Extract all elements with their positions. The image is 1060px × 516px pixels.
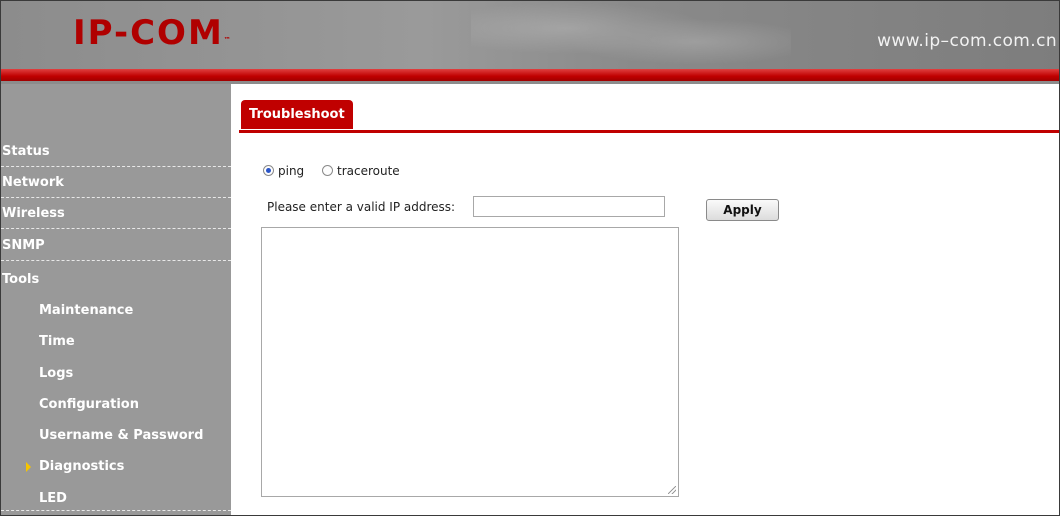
sidebar-subitem-label: Diagnostics <box>39 459 125 474</box>
apply-button[interactable]: Apply <box>706 199 779 221</box>
sidebar-item-snmp[interactable]: SNMP <box>1 231 231 261</box>
ip-address-label: Please enter a valid IP address: <box>267 200 456 214</box>
website-url: www.ip–com.com.cn <box>877 31 1057 51</box>
logo: IP-COM™ <box>73 13 231 53</box>
ping-radio[interactable] <box>263 165 274 176</box>
sidebar-subitem-time[interactable]: Time <box>1 327 231 357</box>
header-red-bar <box>1 69 1059 81</box>
sidebar-subitem-configuration[interactable]: Configuration <box>1 390 231 420</box>
resize-grip-icon[interactable] <box>668 486 676 494</box>
sidebar-subitem-maintenance[interactable]: Maintenance <box>1 296 231 326</box>
sidebar-divider <box>1 510 231 511</box>
sidebar-subitem-diagnostics[interactable]: Diagnostics <box>1 452 231 482</box>
trademark-mark: ™ <box>223 36 231 44</box>
sidebar-item-network[interactable]: Network <box>1 168 231 198</box>
diagnostics-output-textarea[interactable] <box>261 227 679 497</box>
traceroute-radio[interactable] <box>322 165 334 176</box>
sidebar-subitem-username-password[interactable]: Username & Password <box>1 421 231 451</box>
sidebar-item-tools[interactable]: Tools <box>1 265 231 295</box>
sidebar-item-status[interactable]: Status <box>1 137 231 167</box>
tab-troubleshoot[interactable]: Troubleshoot <box>241 100 353 129</box>
sidebar-item-wireless[interactable]: Wireless <box>1 199 231 229</box>
ip-address-input[interactable] <box>473 196 665 217</box>
ping-label: ping <box>278 164 305 178</box>
world-map-decoration <box>471 1 791 69</box>
sidebar-subitem-logs[interactable]: Logs <box>1 359 231 389</box>
page: IP-COM™ www.ip–com.com.cn Status Network… <box>0 0 1060 516</box>
triangle-right-icon <box>26 462 31 472</box>
header: IP-COM™ www.ip–com.com.cn <box>1 1 1059 69</box>
tab-bar: Troubleshoot <box>239 100 1059 133</box>
mode-radio-group: ping traceroute <box>263 164 414 178</box>
sidebar: Status Network Wireless SNMP Tools Maint… <box>1 84 231 515</box>
traceroute-label: traceroute <box>337 164 400 178</box>
